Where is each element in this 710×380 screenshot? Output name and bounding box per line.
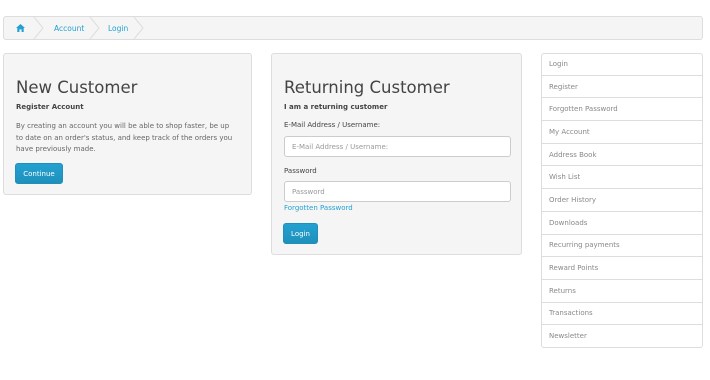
breadcrumb-login[interactable]: Login <box>108 17 128 39</box>
menu-item-wish-list[interactable]: Wish List <box>541 166 703 190</box>
menu-item-login[interactable]: Login <box>541 53 703 76</box>
returning-customer-heading: I am a returning customer <box>284 103 388 111</box>
breadcrumb-separator <box>89 17 100 39</box>
register-account-heading: Register Account <box>16 103 84 111</box>
password-label: Password <box>284 167 317 175</box>
menu-item-reward-points[interactable]: Reward Points <box>541 257 703 280</box>
breadcrumb-separator <box>33 17 44 39</box>
login-button[interactable]: Login <box>283 223 318 244</box>
menu-item-recurring-payments[interactable]: Recurring payments <box>541 234 703 258</box>
home-icon <box>16 24 25 32</box>
menu-item-address-book[interactable]: Address Book <box>541 143 703 167</box>
menu-item-register[interactable]: Register <box>541 75 703 99</box>
new-customer-description: By creating an account you will be able … <box>16 122 233 153</box>
menu-item-newsletter[interactable]: Newsletter <box>541 325 703 348</box>
new-customer-title: New Customer <box>16 78 138 97</box>
breadcrumb-separator <box>133 17 144 39</box>
menu-item-downloads[interactable]: Downloads <box>541 211 703 235</box>
new-customer-panel: New Customer Register Account By creatin… <box>3 53 252 195</box>
email-input[interactable] <box>284 136 511 157</box>
menu-item-forgotten-password[interactable]: Forgotten Password <box>541 98 703 122</box>
returning-customer-title: Returning Customer <box>284 78 450 97</box>
password-input[interactable] <box>284 181 511 202</box>
continue-button[interactable]: Continue <box>15 163 63 184</box>
menu-item-transactions[interactable]: Transactions <box>541 302 703 326</box>
menu-item-order-history[interactable]: Order History <box>541 189 703 212</box>
account-menu: Login Register Forgotten Password My Acc… <box>541 53 703 348</box>
menu-item-returns[interactable]: Returns <box>541 279 703 303</box>
menu-item-my-account[interactable]: My Account <box>541 121 703 144</box>
breadcrumb-account[interactable]: Account <box>54 17 84 39</box>
returning-customer-panel: Returning Customer I am a returning cust… <box>271 53 522 255</box>
email-label: E-Mail Address / Username: <box>284 121 381 129</box>
forgotten-password-link[interactable]: Forgotten Password <box>284 204 353 212</box>
breadcrumb: Account Login <box>3 16 703 40</box>
breadcrumb-home[interactable] <box>16 17 25 39</box>
